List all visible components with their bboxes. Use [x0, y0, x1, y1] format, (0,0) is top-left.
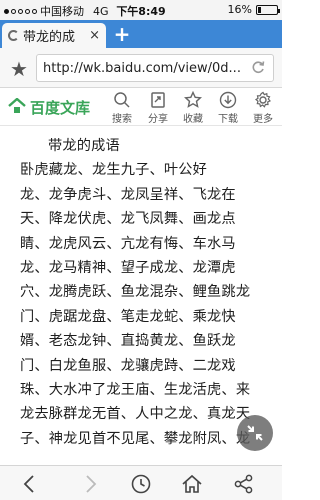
search-icon	[114, 92, 130, 108]
more-label: 更多	[253, 114, 273, 125]
bookmark-star-icon[interactable]: ★	[10, 57, 28, 81]
home-icon[interactable]	[180, 473, 204, 495]
text-line: 珠、大水冲了龙王庙、生龙活虎、来	[20, 382, 251, 399]
close-tab-button[interactable]: ×	[89, 28, 100, 43]
forward-icon[interactable]	[78, 473, 102, 495]
tab-bar: 带龙的成 × +	[0, 20, 282, 48]
loading-spinner-icon	[8, 30, 19, 41]
tab-current[interactable]: 带龙的成 ×	[2, 23, 106, 48]
gear-icon	[254, 91, 271, 108]
collapse-arrows-icon	[247, 425, 263, 441]
download-label: 下载	[218, 114, 238, 125]
brand-home-icon[interactable]	[8, 98, 26, 114]
star-icon	[184, 91, 202, 108]
text-line: 睛、龙虎风云、亢龙有悔、车水马	[20, 235, 236, 252]
site-header: 百度文库 搜索 分享 收藏 下载 更多	[0, 88, 282, 126]
search-button[interactable]: 搜索	[107, 91, 137, 125]
download-icon	[219, 91, 237, 109]
text-line: 穴、龙腾虎跃、鱼龙混杂、鲤鱼跳龙	[20, 284, 251, 301]
address-bar: ★ http://wk.baidu.com/view/0d...	[0, 48, 282, 88]
search-label: 搜索	[112, 114, 132, 125]
favorite-label: 收藏	[183, 114, 203, 125]
status-right: 16%	[227, 3, 280, 16]
document-text: 带龙的成语 卧虎藏龙、龙生九子、叶公好 龙、龙争虎斗、龙凤呈祥、飞龙在 天、降龙…	[20, 134, 275, 451]
reload-icon[interactable]	[251, 60, 265, 78]
share-label: 分享	[148, 114, 168, 125]
text-line: 婿、老态龙钟、直捣黄龙、鱼跃龙	[20, 333, 236, 350]
url-text: http://wk.baidu.com/view/0d...	[43, 60, 241, 76]
text-line: 卧虎藏龙、龙生九子、叶公好	[20, 162, 208, 179]
battery-icon	[256, 4, 280, 15]
text-line: 门、虎踞龙盘、笔走龙蛇、乘龙快	[20, 308, 236, 325]
favorite-button[interactable]: 收藏	[178, 91, 208, 125]
text-line: 龙、龙争虎斗、龙凤呈祥、飞龙在	[20, 186, 236, 203]
text-line: 天、降龙伏虎、龙飞凤舞、画龙点	[20, 211, 236, 228]
download-button[interactable]: 下载	[213, 91, 243, 125]
share-icon	[151, 92, 165, 108]
new-tab-button[interactable]: +	[110, 24, 134, 46]
text-line: 龙、龙马精神、望子成龙、龙潭虎	[20, 260, 236, 277]
status-bar: 中国移动 4G 下午8:49 16%	[0, 0, 282, 20]
share-icon[interactable]	[232, 473, 256, 495]
share-button[interactable]: 分享	[143, 91, 173, 125]
floating-close-button[interactable]	[237, 415, 273, 451]
tab-title: 带龙的成	[23, 30, 76, 45]
brand-logo[interactable]: 百度文库	[30, 97, 90, 118]
bottom-toolbar	[0, 465, 282, 500]
text-line: 门、白龙鱼服、龙骧虎跱、二龙戏	[20, 357, 236, 374]
history-icon[interactable]	[129, 473, 153, 495]
url-field[interactable]: http://wk.baidu.com/view/0d...	[36, 54, 274, 82]
more-button[interactable]: 更多	[248, 91, 278, 125]
back-icon[interactable]	[18, 473, 42, 495]
battery-percent: 16%	[227, 3, 252, 16]
document-title: 带龙的成语	[48, 138, 120, 154]
